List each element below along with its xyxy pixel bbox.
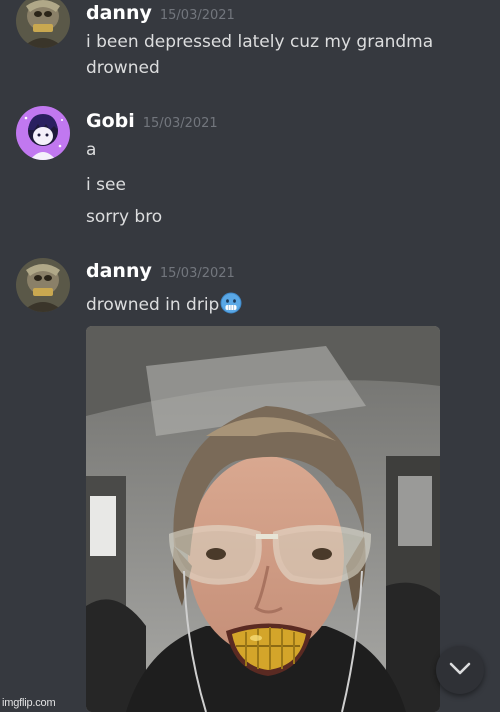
scroll-to-bottom-button[interactable]: [436, 646, 484, 694]
chat-messages: danny 15/03/2021 i been depressed lately …: [0, 0, 500, 712]
image-attachment[interactable]: [86, 326, 440, 712]
message-group-gobi: Gobi 15/03/2021 a i see sorry bro: [0, 106, 500, 236]
message-text: drowned in drip: [86, 295, 220, 315]
danny-avatar-icon[interactable]: [16, 0, 70, 48]
message-text: i see: [86, 175, 126, 195]
message-group-danny-1: danny 15/03/2021 i been depressed lately …: [0, 0, 500, 90]
message-text-line: drowned in drip: [86, 292, 242, 317]
username[interactable]: danny: [86, 260, 152, 282]
username[interactable]: Gobi: [86, 110, 135, 132]
username[interactable]: danny: [86, 2, 152, 24]
message-text: sorry bro: [86, 207, 163, 227]
cold-face-emoji-icon: [220, 292, 242, 314]
message-group-danny-2: danny 15/03/2021 drowned in drip: [0, 256, 500, 326]
danny-avatar-icon[interactable]: [16, 258, 70, 312]
chevron-down-icon: [449, 661, 471, 680]
timestamp: 15/03/2021: [142, 116, 218, 131]
gobi-avatar-icon[interactable]: [16, 106, 70, 160]
message-text: a: [86, 140, 97, 160]
timestamp: 15/03/2021: [159, 266, 235, 281]
timestamp: 15/03/2021: [159, 8, 235, 23]
message-text: drowned: [86, 58, 160, 78]
watermark: imgflip.com: [2, 697, 56, 709]
message-text: i been depressed lately cuz my grandma: [86, 32, 434, 52]
